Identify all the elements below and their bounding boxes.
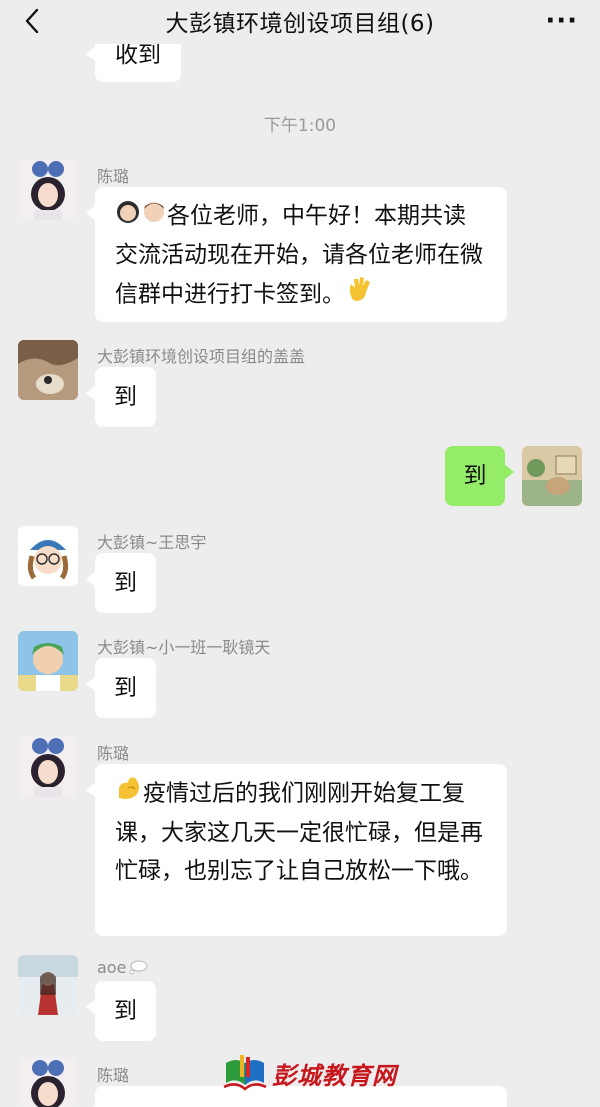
message-bubble[interactable]: 到	[86, 553, 156, 613]
message-text: 到	[463, 463, 487, 489]
message-text: 疫情过后的我们刚刚开始复工复课，大家这几天一定很忙碌，但是再忙碌，也别忘了让自己…	[115, 780, 483, 885]
message-text: 收到	[115, 42, 161, 68]
avatar-chenlu[interactable]	[18, 160, 78, 220]
sender-name: 陈璐	[97, 744, 130, 763]
message-text: 到	[114, 675, 137, 701]
avatar-chenlu[interactable]	[18, 1059, 78, 1107]
woman-face-emoji-icon	[115, 198, 141, 236]
chat-area[interactable]: 收到 下午1:00 陈璐 各位老师，中午好！本期共读交流活动现在开始，请各位老师…	[0, 0, 600, 1107]
sender-name: 大彭镇~王思宇	[97, 533, 207, 552]
message-bubble[interactable]: 疫情过后的我们刚刚开始复工复课，大家这几天一定很忙碌，但是再忙碌，也别忘了让自己…	[86, 764, 507, 936]
man-face-emoji-icon	[141, 198, 167, 236]
sender-name: 大彭镇~小一班一耿镜天	[97, 638, 271, 657]
avatar-chenlu[interactable]	[18, 737, 78, 797]
sender-name: 陈璐	[97, 1066, 130, 1085]
sender-name: 陈璐	[97, 167, 130, 186]
book-logo-icon	[223, 1055, 267, 1091]
message-text: 各位老师，中午好！本期共读交流活动现在开始，请各位老师在微信群中进行打卡签到。	[115, 203, 483, 307]
avatar-self[interactable]	[522, 446, 582, 506]
avatar-gengjingtian[interactable]	[18, 631, 78, 691]
watermark-text: 彭城教育网	[272, 1061, 397, 1090]
message-bubble[interactable]: 到	[86, 367, 156, 427]
chat-title: 大彭镇环境创设项目组(6)	[165, 11, 435, 37]
message-text: 到	[114, 570, 137, 596]
sender-name: 大彭镇环境创设项目组的盖盖	[97, 347, 306, 366]
sender-name: aoe	[97, 958, 148, 979]
thought-bubble-icon	[128, 959, 148, 979]
avatar-aoe[interactable]	[18, 955, 78, 1015]
message-bubble[interactable]: 各位老师，中午好！本期共读交流活动现在开始，请各位老师在微信群中进行打卡签到。	[86, 187, 507, 322]
message-text: 到	[114, 384, 137, 410]
flexed-biceps-emoji-icon	[115, 774, 143, 814]
message-bubble[interactable]: 到	[86, 658, 156, 718]
timestamp: 下午1:00	[263, 116, 337, 136]
message-text: 到	[114, 998, 137, 1024]
watermark-logo: 彭城教育网	[222, 1052, 397, 1094]
title-bar: 大彭镇环境创设项目组(6) ···	[0, 0, 600, 44]
waving-hand-emoji-icon	[345, 274, 375, 316]
message-bubble[interactable]: 到	[86, 981, 156, 1041]
avatar-wangsiyu[interactable]	[18, 526, 78, 586]
avatar-gaigai[interactable]	[18, 340, 78, 400]
more-options-icon[interactable]: ···	[545, 6, 578, 36]
self-message-bubble[interactable]: 到	[445, 446, 514, 506]
